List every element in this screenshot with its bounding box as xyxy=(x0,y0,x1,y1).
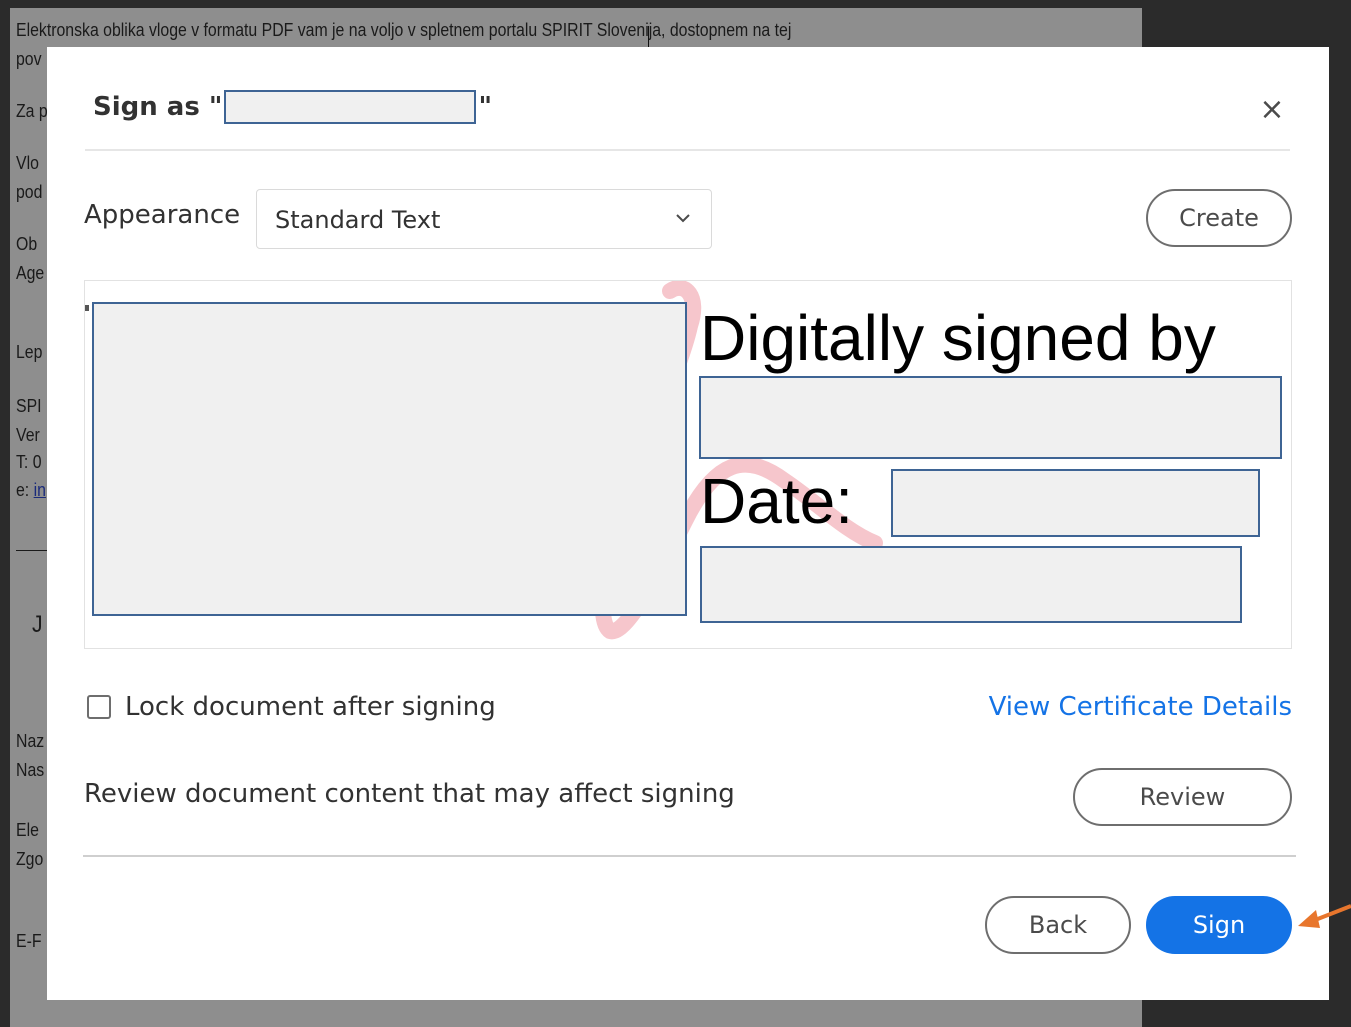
signer-name-redaction xyxy=(224,90,477,124)
doc-line: Elektronska oblika vloge v formatu PDF v… xyxy=(16,20,792,40)
doc-line: Ele xyxy=(16,820,39,840)
back-button[interactable]: Back xyxy=(985,896,1131,954)
sign-button[interactable]: Sign xyxy=(1146,896,1292,954)
doc-line: Ver xyxy=(16,425,40,445)
close-icon[interactable]: × xyxy=(1257,95,1287,125)
lock-document-label: Lock document after signing xyxy=(125,692,496,722)
preview-mark xyxy=(85,305,89,311)
digitally-signed-label: Digitally signed by xyxy=(700,302,1216,374)
arrow-pointer-icon xyxy=(1298,904,1351,928)
appearance-label: Appearance xyxy=(84,200,241,230)
doc-line: Lep xyxy=(16,342,43,362)
doc-line: pod xyxy=(16,182,43,202)
email-link[interactable]: in xyxy=(34,480,46,500)
chevron-down-icon xyxy=(676,214,690,223)
doc-line: Age xyxy=(16,263,45,283)
appearance-select[interactable]: Standard Text xyxy=(256,189,712,249)
doc-line: pov xyxy=(16,49,42,69)
doc-line-prefix: e: xyxy=(16,480,34,500)
doc-line: Ob xyxy=(16,234,38,254)
doc-line: Zgo xyxy=(16,849,44,869)
doc-line: SPI xyxy=(16,396,42,416)
doc-line: e: in xyxy=(16,480,46,501)
view-certificate-link[interactable]: View Certificate Details xyxy=(989,692,1292,722)
signature-preview: Digitally signed by Date: xyxy=(84,280,1292,649)
create-button[interactable]: Create xyxy=(1146,189,1292,247)
sign-dialog: Sign as " " × Appearance Standard Text C… xyxy=(47,47,1329,1000)
doc-line: J xyxy=(32,611,43,638)
signature-image-redaction xyxy=(92,302,687,616)
signer-name-redaction xyxy=(699,376,1282,459)
doc-line: T: 0 xyxy=(16,452,42,472)
doc-line: Naz xyxy=(16,731,45,751)
lock-document-option[interactable]: Lock document after signing xyxy=(87,692,496,722)
date-redaction xyxy=(891,469,1260,537)
doc-line: E-F xyxy=(16,931,42,951)
doc-line: Za p xyxy=(16,101,48,121)
dialog-title: Sign as " " xyxy=(93,87,492,127)
title-divider xyxy=(85,149,1290,151)
time-redaction xyxy=(700,546,1242,623)
date-label: Date: xyxy=(700,465,853,537)
lock-document-checkbox[interactable] xyxy=(87,695,111,719)
review-button[interactable]: Review xyxy=(1073,768,1292,826)
doc-line: Vlo xyxy=(16,153,39,173)
title-suffix: " xyxy=(478,92,492,122)
appearance-select-value: Standard Text xyxy=(275,206,441,234)
doc-line: Nas xyxy=(16,760,45,780)
footer-divider xyxy=(83,855,1296,857)
title-prefix: Sign as " xyxy=(93,92,223,122)
review-description: Review document content that may affect … xyxy=(84,779,735,809)
